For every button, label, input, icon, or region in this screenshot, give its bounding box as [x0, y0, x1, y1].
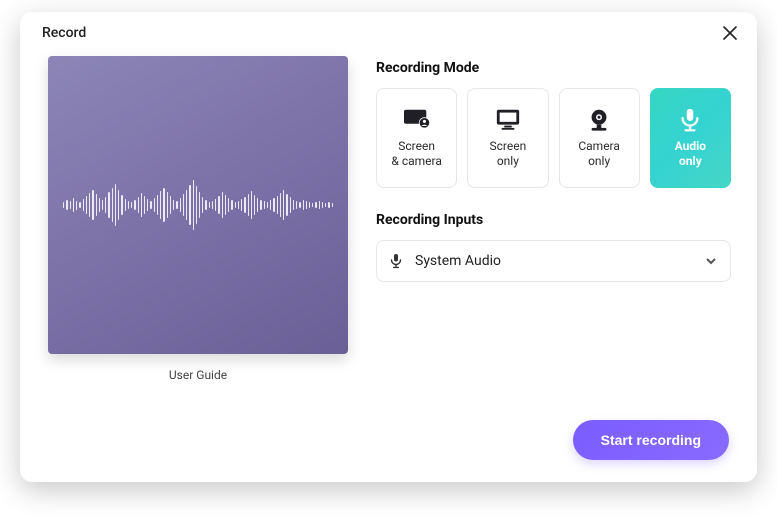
- microphone-icon: [675, 107, 705, 133]
- screen-icon: [493, 107, 523, 133]
- close-icon: [723, 26, 737, 40]
- screen-camera-icon: [402, 107, 432, 133]
- mode-screen-only[interactable]: Screen only: [467, 88, 548, 188]
- recording-inputs-label: Recording Inputs: [376, 212, 731, 228]
- mode-label: Screen & camera: [391, 139, 442, 169]
- user-guide-link[interactable]: User Guide: [48, 368, 348, 382]
- microphone-small-icon: [387, 252, 405, 270]
- record-dialog: Record User Guide Recording Mode Screen …: [20, 12, 757, 482]
- mode-label: Screen only: [490, 139, 527, 169]
- recording-mode-label: Recording Mode: [376, 60, 731, 76]
- mode-label: Camera only: [578, 139, 620, 169]
- audio-waveform-icon: [63, 165, 333, 245]
- mode-audio-only[interactable]: Audio only: [650, 88, 731, 188]
- mode-label: Audio only: [675, 139, 706, 169]
- mode-screen-and-camera[interactable]: Screen & camera: [376, 88, 457, 188]
- chevron-down-icon: [704, 254, 718, 268]
- preview-thumbnail: [48, 56, 348, 354]
- dialog-title: Record: [42, 25, 86, 41]
- recording-input-select[interactable]: System Audio: [376, 240, 731, 282]
- start-recording-button[interactable]: Start recording: [573, 420, 729, 460]
- dialog-header: Record: [20, 12, 757, 48]
- camera-icon: [584, 107, 614, 133]
- mode-camera-only[interactable]: Camera only: [559, 88, 640, 188]
- recording-input-value: System Audio: [415, 253, 694, 269]
- close-button[interactable]: [721, 24, 739, 42]
- recording-mode-options: Screen & camera Screen only Camera only: [376, 88, 731, 188]
